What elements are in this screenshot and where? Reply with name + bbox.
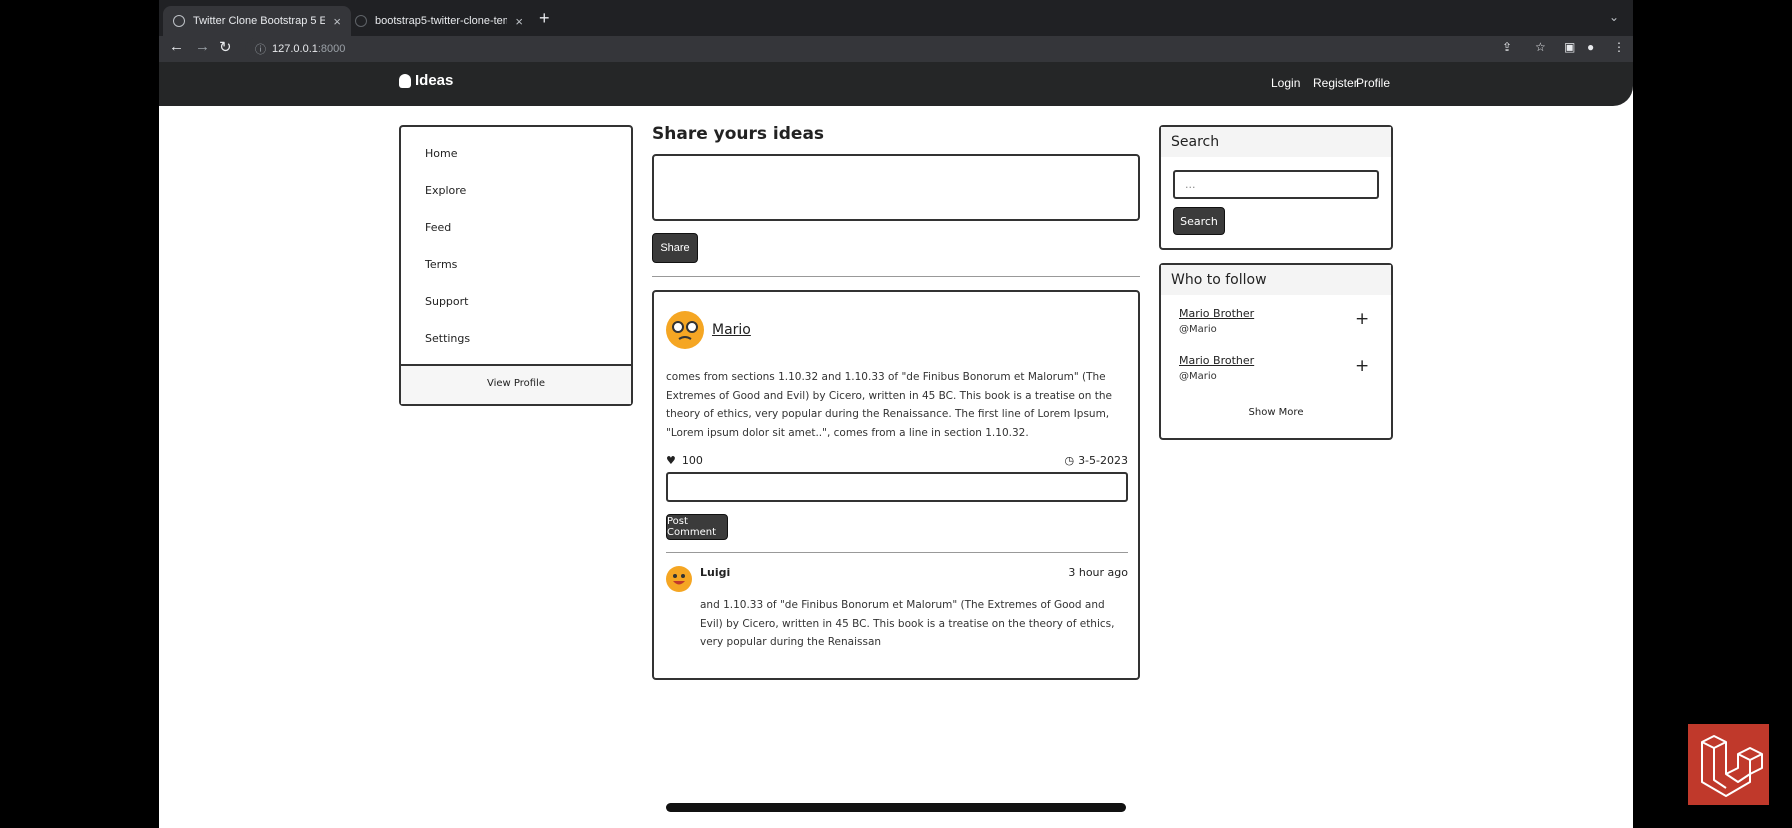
home-indicator [666, 803, 1126, 812]
who-to-follow-card: Who to follow Mario Brother @Mario + Mar… [1159, 263, 1393, 440]
reload-icon[interactable]: ↻ [219, 38, 232, 56]
post-comment-button[interactable]: Post Comment [666, 514, 728, 540]
divider [666, 552, 1128, 553]
divider [652, 276, 1140, 277]
sidebar-item-home[interactable]: Home [425, 147, 457, 160]
url-host: 127.0.0.1 [272, 43, 318, 55]
like-button[interactable]: ♥ 100 [666, 454, 703, 467]
plus-icon[interactable]: + [1355, 356, 1369, 376]
post-body: comes from sections 1.10.32 and 1.10.33 … [666, 371, 1112, 439]
sidebar-item-support[interactable]: Support [425, 295, 468, 308]
github-icon [355, 15, 367, 27]
follow-card-title: Who to follow [1161, 265, 1391, 295]
browser-toolbar: ← → ↻ ⓘ 127.0.0.1:8000 ⇪ ☆ ▣ ● ⋮ [159, 36, 1633, 62]
close-tab-icon[interactable]: × [333, 14, 341, 29]
search-input[interactable]: ... [1173, 170, 1379, 199]
clock-icon: ◷ [1064, 454, 1075, 467]
follow-name[interactable]: Mario Brother [1179, 307, 1254, 320]
laravel-icon [1701, 735, 1763, 797]
show-more-link[interactable]: Show More [1161, 407, 1391, 418]
menu-icon[interactable]: ⋮ [1613, 40, 1625, 54]
profile-icon[interactable]: ● [1587, 40, 1594, 54]
emoji-icon [672, 321, 698, 340]
avatar [666, 311, 704, 349]
emoji-icon [673, 574, 685, 585]
like-count: 100 [681, 454, 703, 467]
search-card: Search ... Search [1159, 125, 1393, 250]
heart-icon: ♥ [666, 454, 676, 467]
nav-login[interactable]: Login [1271, 76, 1300, 90]
sidebar-card: Home Explore Feed Terms Support Settings… [399, 125, 633, 406]
back-icon[interactable]: ← [169, 38, 184, 55]
post-date-text: 3-5-2023 [1078, 454, 1128, 467]
lightbulb-icon [399, 73, 411, 88]
tab-title: bootstrap5-twitter-clone-tem [375, 15, 508, 27]
brand-label: Ideas [415, 72, 454, 89]
post-card: Mario comes from sections 1.10.32 and 1.… [652, 290, 1140, 680]
sidebar-item-terms[interactable]: Terms [425, 258, 457, 271]
sidebar-item-settings[interactable]: Settings [425, 332, 470, 345]
sidebar-icon[interactable]: ▣ [1564, 40, 1575, 54]
tab-title: Twitter Clone Bootstrap 5 Exa [193, 15, 326, 27]
share-icon[interactable]: ⇪ [1502, 40, 1512, 54]
screen: Twitter Clone Bootstrap 5 Exa × bootstra… [159, 0, 1633, 828]
brand-link[interactable]: Ideas [399, 72, 453, 89]
share-button[interactable]: Share [652, 233, 698, 263]
address-bar[interactable]: ⓘ 127.0.0.1:8000 [245, 38, 1535, 60]
post-date: ◷ 3-5-2023 [1064, 454, 1128, 467]
sidebar-item-feed[interactable]: Feed [425, 221, 451, 234]
follow-name[interactable]: Mario Brother [1179, 354, 1254, 367]
compose-title: Share yours ideas [652, 124, 825, 144]
avatar [666, 566, 692, 592]
comment-body: and 1.10.33 of "de Finibus Bonorum et Ma… [700, 599, 1115, 648]
tab-inactive[interactable]: bootstrap5-twitter-clone-tem × [345, 6, 533, 36]
site-navbar: Ideas Login Register Profile [159, 62, 1633, 106]
tab-active[interactable]: Twitter Clone Bootstrap 5 Exa × [163, 6, 351, 36]
plus-icon[interactable]: + [1355, 309, 1369, 329]
info-icon[interactable]: ⓘ [255, 41, 266, 57]
search-button[interactable]: Search [1173, 207, 1225, 235]
post-username[interactable]: Mario [712, 322, 751, 338]
view-profile-link[interactable]: View Profile [401, 364, 631, 404]
globe-icon [173, 15, 185, 27]
comment-input[interactable] [666, 472, 1128, 502]
forward-icon[interactable]: → [195, 38, 210, 55]
search-card-title: Search [1161, 127, 1391, 157]
idea-textarea[interactable] [652, 154, 1140, 221]
comment-time: 3 hour ago [1068, 566, 1128, 579]
nav-register[interactable]: Register [1313, 76, 1358, 90]
follow-handle: @Mario [1179, 324, 1217, 335]
star-icon[interactable]: ☆ [1535, 40, 1546, 54]
tab-strip: Twitter Clone Bootstrap 5 Exa × bootstra… [159, 0, 1633, 36]
new-tab-icon[interactable]: + [539, 8, 550, 29]
chevron-down-icon[interactable]: ⌄ [1609, 10, 1619, 24]
laravel-logo [1688, 724, 1769, 805]
nav-profile[interactable]: Profile [1356, 76, 1390, 90]
url-port: :8000 [317, 43, 346, 55]
comment-username[interactable]: Luigi [700, 566, 730, 579]
follow-handle: @Mario [1179, 371, 1217, 382]
close-tab-icon[interactable]: × [515, 14, 523, 29]
sidebar-item-explore[interactable]: Explore [425, 184, 466, 197]
